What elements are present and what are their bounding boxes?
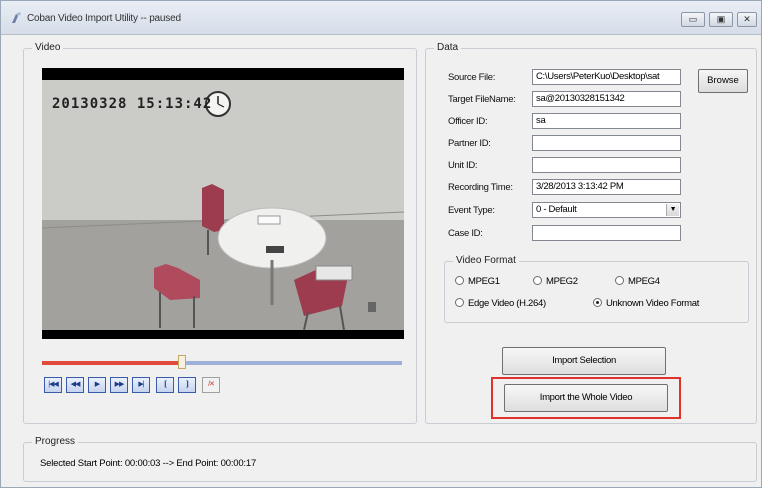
progress-status-text: Selected Start Point: 00:00:03 --> End P… — [40, 458, 257, 469]
video-group-legend: Video — [32, 42, 64, 53]
video-frame-image: 20130328 15:13:42 — [42, 80, 404, 330]
skip-to-end-icon[interactable]: ▶| — [132, 377, 150, 393]
close-button[interactable]: ✕ — [737, 12, 757, 27]
video-group: Video 20130328 15:13:42 |◀◀ ◀◀ ▶ ▶▶ ▶| |… — [23, 42, 417, 424]
radio-unknown-format-label: Unknown Video Format — [606, 298, 700, 309]
source-file-field[interactable]: C:\Users\PeterKuo\Desktop\sat — [532, 69, 681, 85]
maximize-button[interactable]: ▣ — [709, 12, 733, 27]
officer-id-label: Officer ID: — [448, 116, 488, 127]
import-selection-button[interactable]: Import Selection — [502, 347, 666, 375]
radio-mpeg1-dot — [455, 276, 464, 285]
timeline-played-range — [42, 361, 183, 365]
mark-start-icon[interactable]: |[ — [156, 377, 174, 393]
target-filename-field[interactable]: sa@20130328151342 — [532, 91, 681, 107]
radio-unknown-format-dot — [593, 298, 602, 307]
radio-mpeg2[interactable]: MPEG2 — [533, 276, 578, 287]
skip-to-start-icon[interactable]: |◀◀ — [44, 377, 62, 393]
progress-group-legend: Progress — [32, 436, 79, 447]
video-timestamp-overlay: 20130328 15:13:42 — [52, 96, 213, 112]
video-format-legend: Video Format — [453, 255, 519, 266]
radio-edge-video-label: Edge Video (H.264) — [468, 298, 546, 309]
unit-id-label: Unit ID: — [448, 160, 478, 171]
clear-marks-icon[interactable]: /✕ — [202, 377, 220, 393]
radio-mpeg4[interactable]: MPEG4 — [615, 276, 660, 287]
progress-group: Progress Selected Start Point: 00:00:03 … — [23, 436, 757, 482]
app-icon — [12, 12, 21, 23]
partner-id-field[interactable] — [532, 135, 681, 151]
recording-time-field[interactable]: 3/28/2013 3:13:42 PM — [532, 179, 681, 195]
radio-mpeg4-label: MPEG4 — [628, 276, 660, 287]
radio-mpeg1-label: MPEG1 — [468, 276, 500, 287]
title-bar: Coban Video Import Utility -- paused ▭ ▣… — [1, 1, 761, 35]
chevron-down-icon[interactable]: ▼ — [666, 204, 679, 216]
radio-unknown-format[interactable]: Unknown Video Format — [593, 298, 699, 309]
officer-id-field[interactable]: sa — [532, 113, 681, 129]
data-group-legend: Data — [434, 42, 462, 53]
radio-mpeg2-dot — [533, 276, 542, 285]
interview-room-scene — [42, 80, 404, 330]
browse-button[interactable]: Browse — [698, 69, 748, 93]
data-group: Data Source File: C:\Users\PeterKuo\Desk… — [425, 42, 757, 424]
rewind-icon[interactable]: ◀◀ — [66, 377, 84, 393]
import-whole-video-button[interactable]: Import the Whole Video — [504, 384, 668, 412]
radio-edge-video-dot — [455, 298, 464, 307]
target-filename-label: Target FileName: — [448, 94, 516, 105]
radio-mpeg2-label: MPEG2 — [546, 276, 578, 287]
source-file-label: Source File: — [448, 72, 496, 83]
event-type-select[interactable]: 0 - Default ▼ — [532, 202, 681, 218]
case-id-field[interactable] — [532, 225, 681, 241]
event-type-label: Event Type: — [448, 205, 495, 216]
play-icon[interactable]: ▶ — [88, 377, 106, 393]
case-id-label: Case ID: — [448, 228, 483, 239]
app-window: Coban Video Import Utility -- paused ▭ ▣… — [0, 0, 762, 488]
video-player[interactable]: 20130328 15:13:42 — [42, 68, 404, 339]
window-title: Coban Video Import Utility -- paused — [27, 13, 181, 24]
radio-mpeg1[interactable]: MPEG1 — [455, 276, 500, 287]
unit-id-field[interactable] — [532, 157, 681, 173]
event-type-value: 0 - Default — [536, 204, 577, 215]
radio-edge-video[interactable]: Edge Video (H.264) — [455, 298, 546, 309]
timeline-thumb[interactable] — [178, 355, 187, 369]
radio-mpeg4-dot — [615, 276, 624, 285]
recording-time-label: Recording Time: — [448, 182, 513, 193]
partner-id-label: Partner ID: — [448, 138, 491, 149]
video-format-group: Video Format MPEG1 MPEG2 MPEG4 Edge Vide… — [444, 255, 749, 323]
fast-forward-icon[interactable]: ▶▶ — [110, 377, 128, 393]
video-timeline-slider[interactable] — [42, 355, 402, 369]
minimize-button[interactable]: ▭ — [681, 12, 705, 27]
mark-end-icon[interactable]: ]| — [178, 377, 196, 393]
